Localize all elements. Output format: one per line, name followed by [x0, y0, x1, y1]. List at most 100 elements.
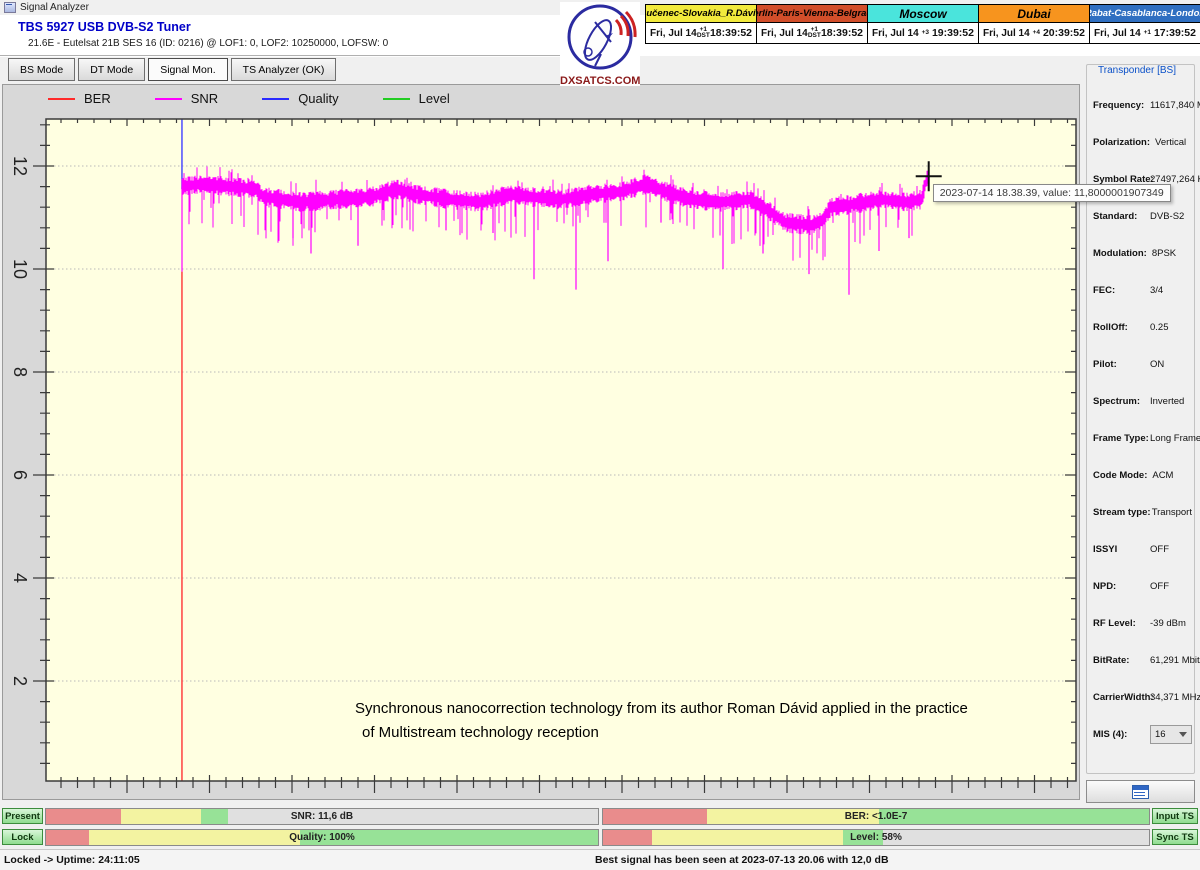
clock-time: 19:39:52	[932, 27, 974, 39]
transponder-row-label: Code Mode:	[1093, 470, 1147, 481]
tab-dt-mode[interactable]: DT Mode	[78, 58, 145, 81]
legend-line-icon	[48, 98, 75, 100]
mis-select[interactable]: 16	[1150, 725, 1192, 744]
legend-line-icon	[383, 98, 410, 100]
clock-time-row: Fri, Jul 14+117:39:52	[1090, 23, 1200, 43]
present-indicator[interactable]: Present	[2, 808, 43, 824]
transponder-row-label: CarrierWidth:	[1093, 692, 1145, 703]
clock-utc-offset: +4	[1033, 30, 1040, 37]
clock-date: Fri, Jul 14	[761, 28, 808, 39]
transponder-row: CarrierWidth:34,371 MHz	[1093, 679, 1192, 716]
level-bar: Level: 58%	[602, 829, 1150, 846]
annotation-line-2: of Multistream technology reception	[355, 721, 968, 745]
transponder-row: ISSYI OFF	[1093, 531, 1192, 568]
lock-indicator[interactable]: Lock	[2, 829, 43, 845]
transponder-title: Transponder [BS]	[1095, 65, 1179, 76]
mis-selected-value: 16	[1155, 729, 1166, 740]
y-axis-tick-label: 4	[10, 573, 30, 583]
transponder-row: Standard:DVB-S2	[1093, 198, 1192, 235]
ber-bar-text: BER: <1.0E-7	[603, 809, 1149, 824]
clock-date: Fri, Jul 14	[650, 28, 697, 39]
sync-ts-indicator[interactable]: Sync TS	[1152, 829, 1198, 845]
transponder-row-value: 61,291 Mbit/s	[1150, 655, 1200, 666]
input-ts-indicator[interactable]: Input TS	[1152, 808, 1198, 824]
legend-item-snr: SNR	[155, 91, 218, 106]
legend-item-level: Level	[383, 91, 450, 106]
transponder-row-label: BitRate:	[1093, 655, 1145, 666]
status-bar: Locked -> Uptime: 24:11:05 Best signal h…	[0, 849, 1200, 870]
snr-chart[interactable]: 24681012	[3, 85, 1079, 799]
clock-city-name: Berlin-Paris-Vienna-Belgrade	[757, 5, 867, 23]
transponder-row-label: Standard:	[1093, 211, 1145, 222]
transponder-row: Frequency:11617,840 MHz	[1093, 87, 1192, 124]
legend-label: Quality	[298, 91, 338, 106]
transponder-row-label: FEC:	[1093, 285, 1145, 296]
tab-bs-mode[interactable]: BS Mode	[8, 58, 75, 81]
legend-line-icon	[155, 98, 182, 100]
stream-list-button[interactable]	[1086, 780, 1195, 803]
snr-bar: SNR: 11,6 dB	[45, 808, 599, 825]
quality-bar-text: Quality: 100%	[46, 830, 598, 845]
transponder-row-value: 8PSK	[1152, 248, 1176, 259]
chevron-down-icon	[1179, 732, 1187, 737]
world-clocks: Lučenec-Slovakia_R.DávidFri, Jul 14+1DST…	[645, 4, 1200, 44]
transponder-row-value: Inverted	[1150, 396, 1184, 407]
clock-time-row: Fri, Jul 14+1DST18:39:52	[646, 23, 756, 43]
tab-ts-analyzer-ok-[interactable]: TS Analyzer (OK)	[231, 58, 337, 81]
transponder-row-label: NPD:	[1093, 581, 1145, 592]
transponder-row-value: 34,371 MHz	[1150, 692, 1200, 703]
transponder-row-label: RollOff:	[1093, 322, 1145, 333]
y-axis-tick-label: 12	[10, 156, 30, 176]
logo-text: DXSATCS.COM	[560, 75, 640, 87]
annotation-line-1: Synchronous nanocorrection technology fr…	[355, 697, 968, 721]
clock-city-name: Lučenec-Slovakia_R.Dávid	[646, 5, 756, 23]
ber-bar: BER: <1.0E-7	[602, 808, 1150, 825]
transponder-row: Stream type: Transport	[1093, 494, 1192, 531]
stream-list-icon	[1132, 785, 1149, 799]
device-title: TBS 5927 USB DVB-S2 Tuner	[18, 20, 191, 34]
window-title: Signal Analyzer	[20, 2, 89, 13]
clock-cell: DubaiFri, Jul 14+420:39:52	[979, 5, 1090, 43]
mis-label: MIS (4):	[1093, 729, 1145, 740]
transponder-panel: Transponder [BS] Frequency:11617,840 MHz…	[1083, 56, 1200, 808]
clock-city-name: Rabat-Casablanca-London	[1090, 5, 1200, 23]
transponder-row-value: OFF	[1150, 544, 1169, 555]
clock-utc-offset: +3	[922, 30, 929, 37]
clock-time: 18:39:52	[710, 27, 752, 39]
clock-utc-offset: +1DST	[697, 27, 710, 40]
status-best-signal: Best signal has been seen at 2023-07-13 …	[595, 854, 889, 866]
transponder-row-label: ISSYI	[1093, 544, 1145, 555]
clock-city-name: Moscow	[868, 5, 978, 23]
transponder-row: Code Mode: ACM	[1093, 457, 1192, 494]
level-bar-text: Level: 58%	[603, 830, 1149, 845]
tab-signal-mon-[interactable]: Signal Mon.	[148, 58, 227, 81]
transponder-row-label: Frame Type:	[1093, 433, 1145, 444]
legend-item-quality: Quality	[262, 91, 338, 106]
transponder-row-value: 0.25	[1150, 322, 1169, 333]
chart-annotation: Synchronous nanocorrection technology fr…	[355, 697, 968, 745]
clock-time: 18:39:52	[821, 27, 863, 39]
transponder-row-value: -39 dBm	[1150, 618, 1186, 629]
transponder-groupbox: Transponder [BS] Frequency:11617,840 MHz…	[1086, 64, 1195, 774]
transponder-row-value: Long Frame	[1150, 433, 1200, 444]
transponder-row-value: 11617,840 MHz	[1150, 100, 1200, 111]
clock-cell: MoscowFri, Jul 14+319:39:52	[868, 5, 979, 43]
transponder-row-value: Transport	[1152, 507, 1192, 518]
clock-city-name: Dubai	[979, 5, 1089, 23]
snr-bar-text: SNR: 11,6 dB	[46, 809, 598, 824]
status-lock-uptime: Locked -> Uptime: 24:11:05	[4, 854, 140, 866]
transponder-row-label: Stream type:	[1093, 507, 1147, 518]
transponder-row-value: OFF	[1150, 581, 1169, 592]
clock-time-row: Fri, Jul 14+319:39:52	[868, 23, 978, 43]
mis-row: MIS (4): 16	[1093, 716, 1192, 753]
quality-bar: Quality: 100%	[45, 829, 599, 846]
clock-date: Fri, Jul 14	[1094, 28, 1141, 39]
chart-legend: BERSNRQualityLevel	[48, 91, 450, 106]
transponder-row-value: ACM	[1152, 470, 1173, 481]
clock-cell: Rabat-Casablanca-LondonFri, Jul 14+117:3…	[1090, 5, 1200, 43]
y-axis-tick-label: 2	[10, 676, 30, 686]
y-axis-tick-label: 6	[10, 470, 30, 480]
legend-label: SNR	[191, 91, 218, 106]
app-icon	[4, 2, 16, 13]
dxsatcs-logo: DXSATCS.COM	[560, 2, 640, 86]
